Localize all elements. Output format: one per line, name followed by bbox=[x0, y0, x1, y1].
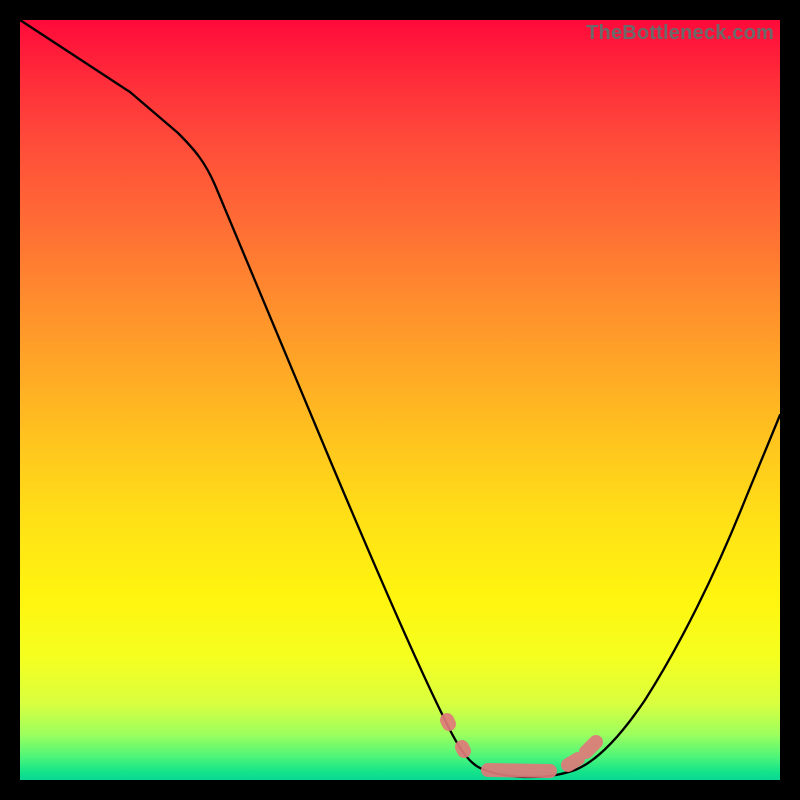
plot-area: TheBottleneck.com bbox=[20, 20, 780, 780]
curve-svg bbox=[20, 20, 780, 780]
chart-frame: TheBottleneck.com bbox=[0, 0, 800, 800]
bottleneck-curve-line bbox=[20, 20, 780, 777]
marker-dots bbox=[447, 720, 596, 771]
